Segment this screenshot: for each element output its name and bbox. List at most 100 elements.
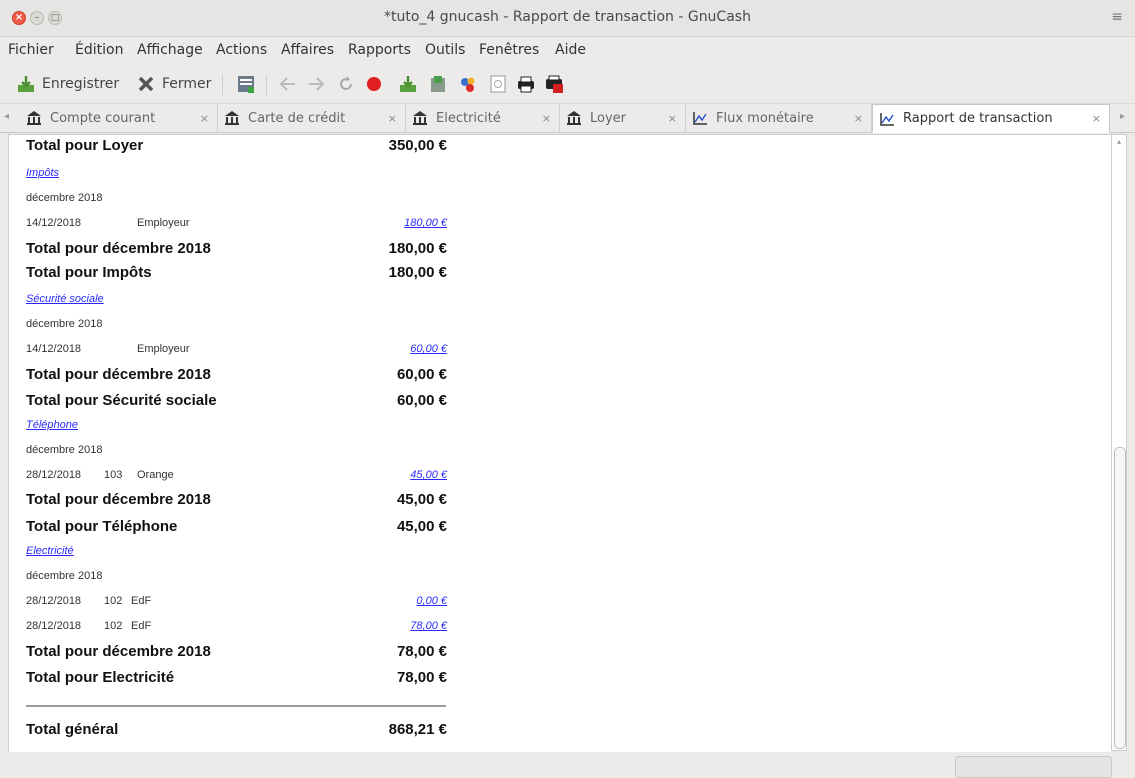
account-total-amount: 78,00 € bbox=[396, 669, 447, 686]
options-button[interactable] bbox=[458, 72, 478, 96]
tx-number: 102 bbox=[104, 620, 123, 632]
menu-aide[interactable]: Aide bbox=[555, 42, 586, 58]
vertical-scrollbar[interactable]: ▴ bbox=[1111, 134, 1127, 751]
tab-close-icon[interactable]: × bbox=[542, 112, 551, 125]
pdf-export-button[interactable] bbox=[544, 72, 564, 96]
account-total-amount: 45,00 € bbox=[396, 518, 447, 535]
tab-label: Flux monétaire bbox=[716, 110, 814, 126]
tx-number: 102 bbox=[104, 595, 123, 607]
printer-icon bbox=[516, 74, 536, 94]
month-total-amount: 45,00 € bbox=[396, 491, 447, 508]
close-label: Fermer bbox=[162, 76, 212, 92]
tab-scroll-right-icon[interactable]: ▸ bbox=[1120, 111, 1125, 122]
window-title: *tuto_4 gnucash - Rapport de transaction… bbox=[384, 9, 751, 25]
menu-outils[interactable]: Outils bbox=[425, 42, 465, 58]
save-icon bbox=[16, 74, 36, 94]
tx-amount-link[interactable]: 0,00 € bbox=[327, 595, 447, 607]
account-total-label: Total pour Impôts bbox=[26, 264, 152, 281]
tx-amount-link[interactable]: 45,00 € bbox=[327, 469, 447, 481]
close-icon bbox=[136, 74, 156, 94]
tab-close-icon[interactable]: × bbox=[668, 112, 677, 125]
account-link-impots[interactable]: Impôts bbox=[26, 167, 59, 179]
tab-label: Carte de crédit bbox=[248, 110, 346, 126]
table-row: 28/12/2018 103 Orange bbox=[26, 469, 326, 481]
tx-amount-link[interactable]: 78,00 € bbox=[327, 620, 447, 632]
tab-loyer[interactable]: Loyer × bbox=[560, 104, 686, 132]
toolbar-separator bbox=[266, 75, 267, 95]
tab-electricite[interactable]: Electricité × bbox=[406, 104, 560, 132]
tab-compte-courant[interactable]: Compte courant × bbox=[20, 104, 218, 132]
tx-description: Orange bbox=[137, 469, 174, 481]
scroll-up-icon[interactable]: ▴ bbox=[1114, 137, 1124, 147]
account-total-label: Total pour Electricité bbox=[26, 669, 175, 686]
save-report-button[interactable] bbox=[428, 72, 448, 96]
back-arrow-icon bbox=[278, 74, 298, 94]
month-header: décembre 2018 bbox=[26, 444, 103, 456]
stop-button[interactable] bbox=[364, 72, 384, 96]
window-titlebar: × – □ *tuto_4 gnucash - Rapport de trans… bbox=[0, 0, 1135, 37]
save-label: Enregistrer bbox=[42, 76, 120, 92]
table-row: 14/12/2018 Employeur bbox=[26, 343, 326, 355]
tab-carte-de-credit[interactable]: Carte de crédit × bbox=[218, 104, 406, 132]
menu-fichier[interactable]: Fichier bbox=[8, 42, 54, 58]
bank-icon bbox=[566, 110, 582, 126]
tab-close-icon[interactable]: × bbox=[200, 112, 209, 125]
tx-date: 28/12/2018 bbox=[26, 595, 82, 607]
print-button[interactable] bbox=[516, 72, 536, 96]
tab-flux-monetaire[interactable]: Flux monétaire × bbox=[686, 104, 872, 132]
scrollbar-thumb[interactable] bbox=[1114, 447, 1126, 749]
account-total-amount: 180,00 € bbox=[388, 264, 447, 281]
month-header: décembre 2018 bbox=[26, 192, 103, 204]
table-row: 28/12/2018 102 EdF bbox=[26, 620, 326, 632]
tx-amount-link[interactable]: 60,00 € bbox=[327, 343, 447, 355]
menu-actions[interactable]: Actions bbox=[216, 42, 267, 58]
tab-close-icon[interactable]: × bbox=[854, 112, 863, 125]
stop-icon bbox=[364, 74, 384, 94]
save-button[interactable]: Enregistrer bbox=[16, 72, 119, 96]
style-button[interactable] bbox=[488, 72, 508, 96]
tx-date: 14/12/2018 bbox=[26, 217, 82, 229]
menu-affaires[interactable]: Affaires bbox=[281, 42, 334, 58]
menu-affichage[interactable]: Affichage bbox=[137, 42, 203, 58]
bank-icon bbox=[224, 110, 240, 126]
reload-icon bbox=[336, 74, 356, 94]
menu-edition[interactable]: Édition bbox=[75, 42, 123, 58]
tab-scroll-left-icon[interactable]: ◂ bbox=[4, 111, 9, 122]
menubar: Fichier Édition Affichage Actions Affair… bbox=[0, 37, 1135, 64]
chart-icon bbox=[692, 110, 708, 126]
account-link-securite-sociale[interactable]: Sécurité sociale bbox=[26, 293, 104, 305]
total-loyer-amount: 350,00 € bbox=[388, 137, 447, 154]
month-total-label: Total pour décembre 2018 bbox=[26, 240, 211, 257]
grand-total-label: Total général bbox=[26, 721, 119, 738]
month-total-amount: 180,00 € bbox=[388, 240, 447, 257]
register-icon bbox=[236, 74, 256, 94]
account-link-electricite[interactable]: Electricité bbox=[26, 545, 74, 557]
export-button[interactable] bbox=[398, 72, 418, 96]
month-total-amount: 78,00 € bbox=[396, 643, 447, 660]
grand-total-amount: 868,21 € bbox=[388, 721, 447, 738]
menu-fenetres[interactable]: Fenêtres bbox=[479, 42, 539, 58]
month-header: décembre 2018 bbox=[26, 318, 103, 330]
close-button[interactable]: Fermer bbox=[136, 72, 211, 96]
pdf-icon bbox=[544, 74, 564, 94]
month-total-label: Total pour décembre 2018 bbox=[26, 643, 211, 660]
tab-close-icon[interactable]: × bbox=[388, 112, 397, 125]
export-icon bbox=[398, 74, 418, 94]
menu-rapports[interactable]: Rapports bbox=[348, 42, 411, 58]
back-button[interactable] bbox=[278, 72, 298, 96]
account-link-telephone[interactable]: Téléphone bbox=[26, 419, 78, 431]
forward-button[interactable] bbox=[306, 72, 326, 96]
window-menu-icon[interactable]: ≡ bbox=[1111, 9, 1123, 25]
forward-arrow-icon bbox=[306, 74, 326, 94]
new-invoice-button[interactable] bbox=[236, 72, 256, 96]
month-total-amount: 60,00 € bbox=[396, 366, 447, 383]
report-view: Total pour Loyer 350,00 € Impôts décembr… bbox=[8, 134, 1112, 753]
tab-bar: ◂ Compte courant × Carte de crédit × Ele… bbox=[0, 104, 1135, 133]
tx-description: Employeur bbox=[137, 217, 190, 229]
tab-close-icon[interactable]: × bbox=[1092, 112, 1101, 125]
tx-amount-link[interactable]: 180,00 € bbox=[327, 217, 447, 229]
reload-button[interactable] bbox=[336, 72, 356, 96]
tx-description: EdF bbox=[131, 595, 152, 607]
tab-rapport-de-transaction[interactable]: Rapport de transaction × bbox=[872, 104, 1110, 133]
tab-label: Loyer bbox=[590, 110, 627, 126]
